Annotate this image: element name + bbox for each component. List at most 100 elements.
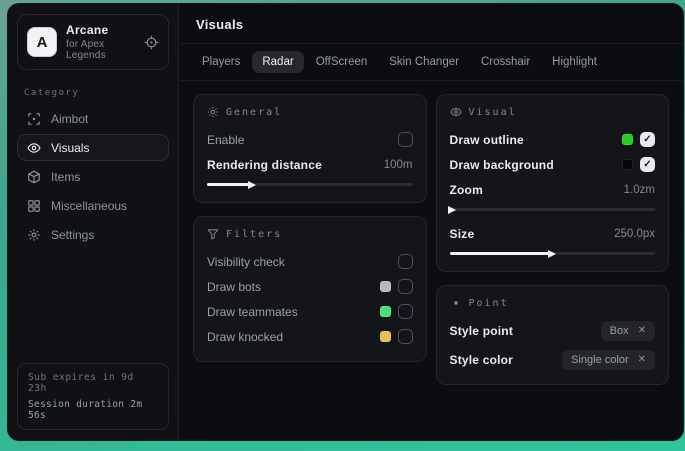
draw-bots-checkbox[interactable] bbox=[398, 279, 413, 294]
sidebar-item-visuals[interactable]: Visuals bbox=[17, 134, 169, 161]
clear-icon[interactable] bbox=[638, 326, 646, 336]
slider-fill bbox=[207, 183, 250, 186]
style-point-select[interactable]: Box bbox=[601, 321, 655, 341]
draw-bots-color-swatch[interactable] bbox=[380, 281, 391, 292]
visual-panel-title: Visual bbox=[469, 107, 517, 118]
sidebar-item-label: Settings bbox=[51, 228, 94, 242]
visibility-check-checkbox[interactable] bbox=[398, 254, 413, 269]
slider-thumb[interactable] bbox=[248, 181, 256, 189]
rendering-distance-slider[interactable] bbox=[207, 180, 413, 189]
main-header: Visuals bbox=[179, 4, 683, 44]
draw-outline-checkbox[interactable] bbox=[640, 132, 655, 147]
slider-thumb[interactable] bbox=[448, 206, 456, 214]
general-panel: General Enable Rendering distance 100m bbox=[193, 94, 427, 203]
draw-knocked-label: Draw knocked bbox=[207, 330, 283, 344]
visibility-check-label: Visibility check bbox=[207, 255, 285, 269]
slider-thumb[interactable] bbox=[548, 250, 556, 258]
sun-icon bbox=[207, 106, 219, 118]
eye-icon bbox=[450, 106, 462, 118]
filters-panel: Filters Visibility check Draw bots bbox=[193, 216, 427, 362]
draw-knocked-color-swatch[interactable] bbox=[380, 331, 391, 342]
sidebar-item-label: Miscellaneous bbox=[51, 199, 127, 213]
sub-expires-text: Sub expires in 9d 23h bbox=[28, 372, 158, 394]
style-point-value: Box bbox=[610, 325, 629, 337]
sidebar-item-items[interactable]: Items bbox=[17, 163, 169, 190]
category-label: Category bbox=[24, 88, 178, 98]
session-info-card: Sub expires in 9d 23h Session duration 2… bbox=[17, 363, 169, 430]
zoom-slider[interactable] bbox=[450, 205, 656, 214]
tab-skin-changer[interactable]: Skin Changer bbox=[379, 51, 469, 73]
zoom-value: 1.0zm bbox=[624, 184, 655, 196]
style-color-label: Style color bbox=[450, 353, 514, 367]
draw-teammates-label: Draw teammates bbox=[207, 305, 298, 319]
sidebar-item-aimbot[interactable]: Aimbot bbox=[17, 105, 169, 132]
sidebar-item-label: Visuals bbox=[51, 141, 89, 155]
gear-icon bbox=[27, 228, 41, 242]
draw-teammates-row: Draw teammates bbox=[207, 300, 413, 323]
style-point-label: Style point bbox=[450, 324, 514, 338]
draw-knocked-checkbox[interactable] bbox=[398, 329, 413, 344]
app-header-card: A Arcane for Apex Legends bbox=[17, 14, 169, 70]
slider-track bbox=[450, 208, 656, 211]
size-label: Size bbox=[450, 227, 475, 241]
general-panel-title: General bbox=[226, 107, 282, 118]
draw-bots-label: Draw bots bbox=[207, 280, 261, 294]
enable-checkbox[interactable] bbox=[398, 132, 413, 147]
page-title: Visuals bbox=[196, 17, 666, 32]
box-icon bbox=[27, 170, 41, 184]
app-title: Arcane bbox=[66, 23, 135, 37]
rendering-distance-row: Rendering distance 100m bbox=[207, 153, 413, 176]
draw-outline-label: Draw outline bbox=[450, 133, 524, 147]
sidebar-item-label: Items bbox=[51, 170, 80, 184]
point-panel-title: Point bbox=[469, 298, 509, 309]
app-window: A Arcane for Apex Legends Category Aimbo bbox=[7, 3, 684, 441]
sidebar-item-settings[interactable]: Settings bbox=[17, 221, 169, 248]
visual-panel: Visual Draw outline Draw background bbox=[436, 94, 670, 272]
tab-offscreen[interactable]: OffScreen bbox=[306, 51, 378, 73]
size-value: 250.0px bbox=[614, 228, 655, 240]
rendering-distance-label: Rendering distance bbox=[207, 158, 322, 172]
left-column: General Enable Rendering distance 100m bbox=[193, 94, 427, 362]
visibility-check-row: Visibility check bbox=[207, 250, 413, 273]
content-area: General Enable Rendering distance 100m bbox=[179, 81, 683, 398]
style-color-value: Single color bbox=[571, 354, 628, 366]
filters-panel-title: Filters bbox=[226, 229, 282, 240]
tab-crosshair[interactable]: Crosshair bbox=[471, 51, 540, 73]
grid-icon bbox=[27, 199, 41, 213]
size-slider[interactable] bbox=[450, 249, 656, 258]
crosshair-icon bbox=[27, 112, 41, 126]
filters-panel-header: Filters bbox=[207, 228, 413, 240]
target-icon[interactable] bbox=[144, 35, 159, 50]
enable-label: Enable bbox=[207, 133, 244, 147]
draw-teammates-checkbox[interactable] bbox=[398, 304, 413, 319]
sidebar-item-miscellaneous[interactable]: Miscellaneous bbox=[17, 192, 169, 219]
slider-fill bbox=[450, 252, 551, 255]
tab-players[interactable]: Players bbox=[192, 51, 250, 73]
app-subtitle: for Apex Legends bbox=[66, 39, 135, 61]
visual-panel-header: Visual bbox=[450, 106, 656, 118]
style-color-row: Style color Single color bbox=[450, 348, 656, 371]
zoom-row: Zoom 1.0zm bbox=[450, 178, 656, 201]
right-column: Visual Draw outline Draw background bbox=[436, 94, 670, 385]
tab-highlight[interactable]: Highlight bbox=[542, 51, 607, 73]
style-color-select[interactable]: Single color bbox=[562, 350, 655, 370]
sidebar: A Arcane for Apex Legends Category Aimbo bbox=[8, 4, 179, 440]
sidebar-item-label: Aimbot bbox=[51, 112, 88, 126]
draw-background-row: Draw background bbox=[450, 153, 656, 176]
funnel-icon bbox=[207, 228, 219, 240]
tab-radar[interactable]: Radar bbox=[252, 51, 303, 73]
draw-background-color-swatch[interactable] bbox=[622, 159, 633, 170]
clear-icon[interactable] bbox=[638, 355, 646, 365]
draw-teammates-color-swatch[interactable] bbox=[380, 306, 391, 317]
session-duration-text: Session duration 2m 56s bbox=[28, 399, 158, 421]
main-content: Visuals Players Radar OffScreen Skin Cha… bbox=[179, 4, 683, 440]
enable-row: Enable bbox=[207, 128, 413, 151]
draw-background-label: Draw background bbox=[450, 158, 554, 172]
draw-outline-color-swatch[interactable] bbox=[622, 134, 633, 145]
draw-knocked-row: Draw knocked bbox=[207, 325, 413, 348]
point-panel: Point Style point Box Style color Single… bbox=[436, 285, 670, 385]
app-logo: A bbox=[27, 27, 57, 57]
draw-background-checkbox[interactable] bbox=[640, 157, 655, 172]
tab-bar: Players Radar OffScreen Skin Changer Cro… bbox=[179, 44, 683, 81]
eye-icon bbox=[27, 141, 41, 155]
